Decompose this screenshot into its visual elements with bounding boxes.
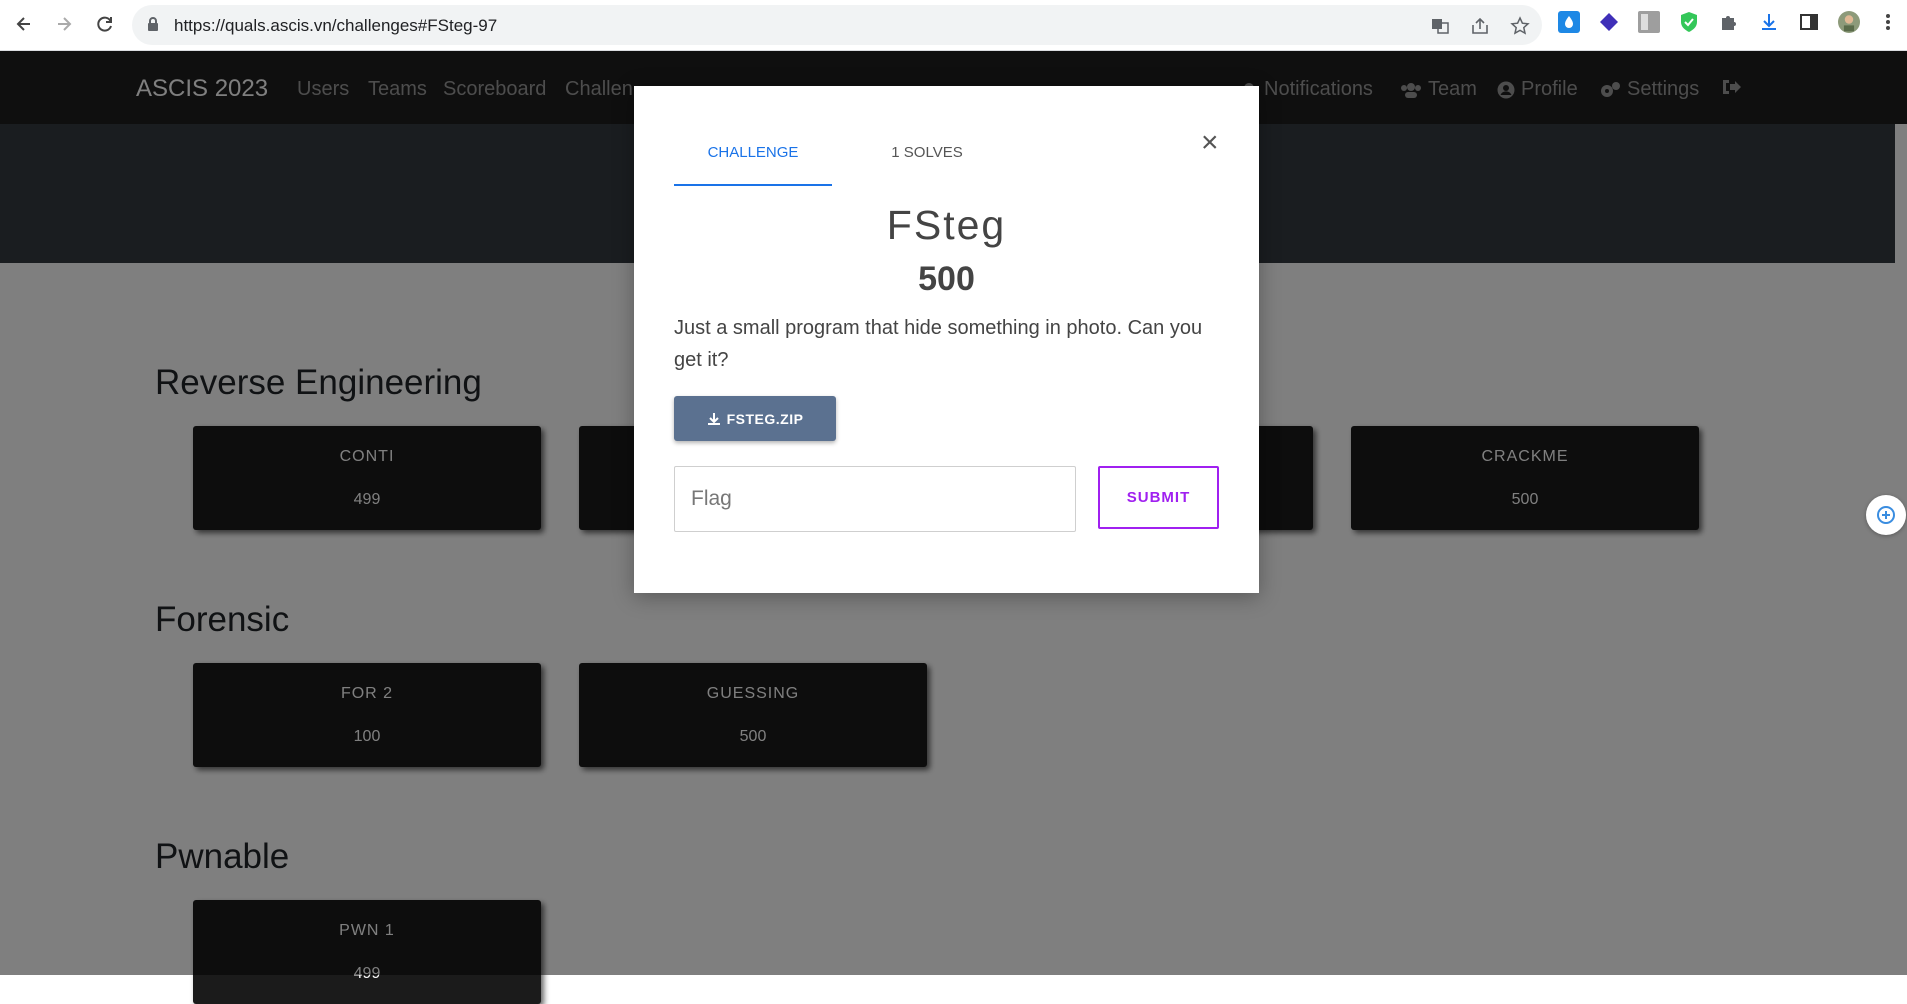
menu-dots-icon[interactable] bbox=[1877, 11, 1899, 33]
challenge-title: FSteg bbox=[886, 202, 1007, 248]
submit-button[interactable]: SUBMIT bbox=[1098, 466, 1219, 529]
download-file-button[interactable]: FSTEG.ZIP bbox=[674, 396, 836, 441]
close-icon[interactable]: × bbox=[1201, 126, 1219, 160]
profile-avatar-icon[interactable] bbox=[1838, 11, 1860, 33]
tab-challenge[interactable]: CHALLENGE bbox=[674, 142, 832, 186]
lock-icon bbox=[147, 17, 159, 36]
bookmark-star-icon[interactable] bbox=[1509, 15, 1531, 37]
layers-extension-icon[interactable] bbox=[1598, 11, 1620, 33]
download-icon[interactable] bbox=[1758, 11, 1780, 33]
shield-extension-icon[interactable] bbox=[1678, 11, 1700, 33]
translate-icon[interactable] bbox=[1429, 15, 1451, 37]
address-bar[interactable]: https://quals.ascis.vn/challenges#FSteg-… bbox=[132, 5, 1542, 45]
back-icon[interactable] bbox=[10, 10, 38, 38]
forward-icon[interactable] bbox=[50, 10, 78, 38]
assistant-widget-icon[interactable] bbox=[1866, 495, 1906, 535]
url-text[interactable]: https://quals.ascis.vn/challenges#FSteg-… bbox=[174, 16, 497, 36]
raindrop-extension-icon[interactable] bbox=[1558, 11, 1580, 33]
share-icon[interactable] bbox=[1469, 15, 1491, 37]
browser-toolbar: https://quals.ascis.vn/challenges#FSteg-… bbox=[0, 0, 1907, 51]
reload-icon[interactable] bbox=[91, 10, 119, 38]
download-file-label: FSTEG.ZIP bbox=[726, 410, 804, 427]
challenge-points: 500 bbox=[918, 260, 975, 298]
image-extension-icon[interactable] bbox=[1638, 11, 1660, 33]
challenge-description: Just a small program that hide something… bbox=[674, 317, 1203, 371]
download-icon bbox=[707, 412, 720, 425]
side-panel-icon[interactable] bbox=[1798, 11, 1820, 33]
flag-input[interactable] bbox=[674, 466, 1076, 532]
challenge-modal: CHALLENGE 1 SOLVES × FSteg 500 Just a sm… bbox=[634, 86, 1259, 593]
puzzle-extensions-icon[interactable] bbox=[1718, 11, 1740, 33]
tab-solves[interactable]: 1 SOLVES bbox=[867, 142, 987, 164]
